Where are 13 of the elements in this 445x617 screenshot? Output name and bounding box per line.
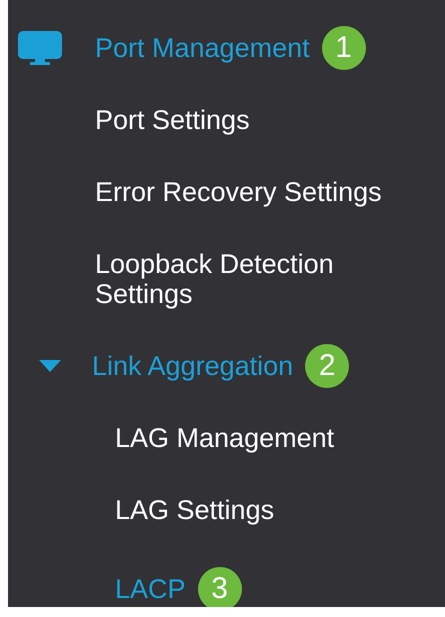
menu-section-link[interactable]: Port Management: [95, 33, 310, 63]
step-badge: 1: [322, 26, 366, 70]
menu-group-link[interactable]: Link Aggregation: [92, 351, 294, 381]
menu-item[interactable]: LACP: [115, 574, 186, 604]
menu-item[interactable]: LAG Management: [115, 423, 334, 453]
menu-item[interactable]: Loopback Detection Settings: [95, 249, 415, 309]
step-badge: 2: [305, 344, 350, 388]
menu-item[interactable]: LAG Settings: [115, 495, 274, 525]
menu-item[interactable]: Port Settings: [95, 105, 250, 135]
caret-icon[interactable]: [39, 360, 61, 372]
step-badge: 3: [198, 567, 242, 607]
menu-item[interactable]: Error Recovery Settings: [95, 177, 382, 207]
monitor-icon: [18, 31, 62, 65]
